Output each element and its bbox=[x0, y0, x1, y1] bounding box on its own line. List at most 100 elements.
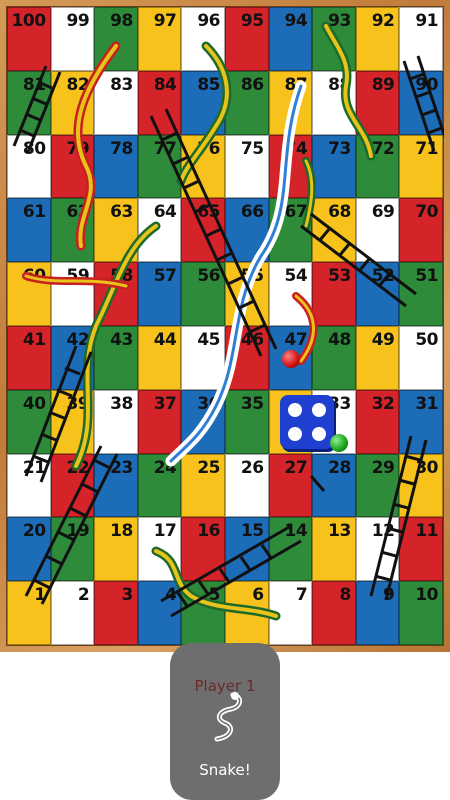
board-cell: 39 bbox=[50, 389, 95, 454]
board-cell: 44 bbox=[137, 325, 182, 390]
board-cell: 10 bbox=[399, 581, 443, 645]
board-cell: 29 bbox=[355, 453, 400, 518]
cell-number: 22 bbox=[66, 457, 90, 478]
cell-number: 68 bbox=[328, 202, 351, 223]
board-cell: 16 bbox=[181, 517, 225, 582]
board-cell: 36 bbox=[181, 389, 225, 454]
board-cell: 76 bbox=[181, 134, 225, 199]
cell-number: 32 bbox=[371, 393, 395, 414]
cell-number: 51 bbox=[415, 266, 438, 287]
board-cell: 58 bbox=[94, 262, 138, 326]
cell-number: 27 bbox=[284, 457, 308, 478]
board-cell: 56 bbox=[181, 262, 225, 326]
board-cell: 81 bbox=[7, 70, 51, 135]
board-cell: 95 bbox=[224, 7, 269, 71]
board-cell: 22 bbox=[50, 453, 95, 518]
board-cell: 63 bbox=[94, 198, 138, 263]
cell-number: 99 bbox=[66, 11, 90, 31]
board-cell: 12 bbox=[355, 517, 400, 582]
board-cell: 18 bbox=[94, 517, 138, 582]
cell-number: 94 bbox=[284, 11, 308, 31]
red-token bbox=[282, 350, 300, 368]
cell-number: 89 bbox=[371, 74, 395, 95]
cell-number: 11 bbox=[415, 521, 438, 542]
cell-number: 58 bbox=[110, 266, 133, 287]
cell-number: 60 bbox=[22, 266, 46, 287]
board-cell: 53 bbox=[312, 262, 356, 326]
board-cell: 73 bbox=[312, 134, 356, 199]
board-cell: 86 bbox=[224, 70, 269, 135]
board-cell: 28 bbox=[312, 453, 356, 518]
board-cell: 85 bbox=[181, 70, 225, 135]
cell-number: 80 bbox=[22, 138, 46, 159]
board-cell: 84 bbox=[137, 70, 182, 135]
cell-number: 63 bbox=[110, 202, 133, 223]
board-cell: 50 bbox=[399, 325, 443, 390]
dice-pip bbox=[312, 427, 326, 441]
board-cell: 17 bbox=[137, 517, 182, 582]
board-cell: 41 bbox=[7, 325, 51, 390]
board-cell: 98 bbox=[94, 7, 138, 71]
cell-number: 92 bbox=[371, 11, 395, 31]
cell-number: 9 bbox=[383, 585, 395, 606]
board-cell: 89 bbox=[355, 70, 400, 135]
board-cell: 61 bbox=[7, 198, 51, 263]
game-board: 100 99 98 97 96 95 94 93 92 91 81 82 83 84 85 86 87 88 89 9… bbox=[6, 6, 444, 646]
board-cell: 91 bbox=[399, 7, 443, 71]
dice-pip bbox=[312, 403, 326, 417]
board-cell: 48 bbox=[312, 325, 356, 390]
cell-number: 70 bbox=[415, 202, 438, 223]
cell-number: 12 bbox=[371, 521, 395, 542]
cell-number: 82 bbox=[66, 74, 90, 95]
cell-number: 16 bbox=[197, 521, 220, 542]
board-cell: 74 bbox=[268, 134, 313, 199]
board-cell: 75 bbox=[224, 134, 269, 199]
cell-number: 23 bbox=[110, 457, 133, 478]
cell-number: 4 bbox=[165, 585, 177, 606]
cell-number: 76 bbox=[197, 138, 220, 159]
board-cell: 49 bbox=[355, 325, 400, 390]
board-cell: 25 bbox=[181, 453, 225, 518]
board-cell: 11 bbox=[399, 517, 443, 582]
board-cell: 52 bbox=[355, 262, 400, 326]
board-cell: 92 bbox=[355, 7, 400, 71]
board-cell: 72 bbox=[355, 134, 400, 199]
cell-number: 88 bbox=[328, 74, 351, 95]
board-cell: 46 bbox=[224, 325, 269, 390]
dice-icon[interactable] bbox=[280, 395, 334, 449]
cell-number: 55 bbox=[240, 266, 264, 287]
cell-number: 79 bbox=[66, 138, 90, 159]
cell-number: 43 bbox=[110, 329, 133, 350]
cell-number: 66 bbox=[240, 202, 264, 223]
board-cell: 40 bbox=[7, 389, 51, 454]
board-cell: 90 bbox=[399, 70, 443, 135]
board-cell: 55 bbox=[224, 262, 269, 326]
cell-number: 18 bbox=[110, 521, 133, 542]
board-cell: 6 bbox=[224, 581, 269, 645]
cell-number: 61 bbox=[22, 202, 46, 223]
cell-number: 13 bbox=[328, 521, 351, 542]
cell-number: 37 bbox=[153, 393, 177, 414]
cell-number: 41 bbox=[22, 329, 46, 350]
cell-number: 24 bbox=[153, 457, 177, 478]
cell-number: 91 bbox=[415, 11, 438, 31]
board-cell: 5 bbox=[181, 581, 225, 645]
cell-number: 20 bbox=[22, 521, 46, 542]
board-cell: 19 bbox=[50, 517, 95, 582]
cell-number: 49 bbox=[371, 329, 395, 350]
cell-number: 78 bbox=[110, 138, 133, 159]
cell-number: 96 bbox=[197, 11, 220, 31]
cell-number: 3 bbox=[121, 585, 133, 606]
cell-number: 97 bbox=[153, 11, 177, 31]
cell-number: 46 bbox=[240, 329, 264, 350]
board-cell: 4 bbox=[137, 581, 182, 645]
cell-number: 54 bbox=[284, 266, 308, 287]
cell-number: 62 bbox=[66, 202, 90, 223]
cell-number: 15 bbox=[240, 521, 264, 542]
board-cell: 26 bbox=[224, 453, 269, 518]
cell-number: 83 bbox=[110, 74, 133, 95]
cell-number: 64 bbox=[153, 202, 177, 223]
board-cell: 94 bbox=[268, 7, 313, 71]
board-cell: 67 bbox=[268, 198, 313, 263]
cell-number: 5 bbox=[208, 585, 221, 606]
